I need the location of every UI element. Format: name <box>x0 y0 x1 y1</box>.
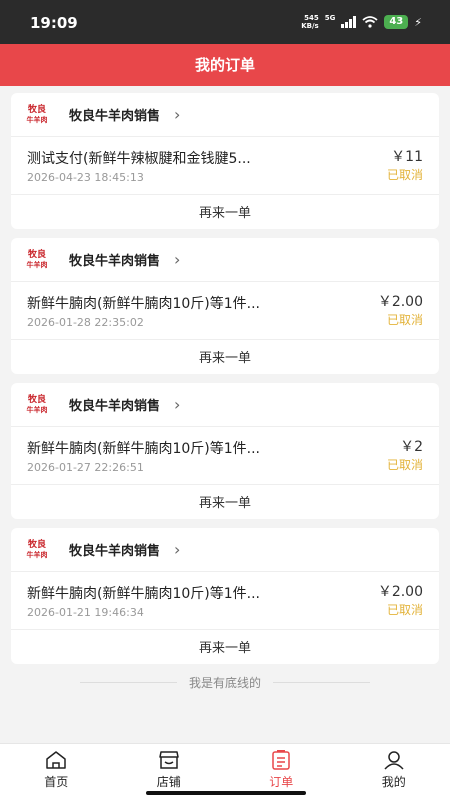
order-card: 牧良 牛羊肉 牧良牛羊肉销售 › 新鲜牛腩肉(新鲜牛腩肉10斤)等1件... 20… <box>11 238 439 374</box>
profile-icon <box>384 751 404 770</box>
shop-logo: 牧良 牛羊肉 <box>26 104 48 124</box>
wifi-icon <box>362 16 378 28</box>
order-detail[interactable]: 新鲜牛腩肉(新鲜牛腩肉10斤)等1件... 2026-01-28 22:35:0… <box>11 282 439 340</box>
order-date: 2026-04-23 18:45:13 <box>27 171 144 184</box>
order-card: 牧良 牛羊肉 牧良牛羊肉销售 › 新鲜牛腩肉(新鲜牛腩肉10斤)等1件... 20… <box>11 528 439 664</box>
shop-logo: 牧良 牛羊肉 <box>26 249 48 269</box>
shop-link[interactable]: 牧良 牛羊肉 牧良牛羊肉销售 › <box>11 93 439 137</box>
order-status: 已取消 <box>386 313 423 327</box>
charging-icon: ⚡ <box>414 15 422 29</box>
reorder-button[interactable]: 再来一单 <box>11 340 439 373</box>
shop-link[interactable]: 牧良 牛羊肉 牧良牛羊肉销售 › <box>11 383 439 427</box>
order-status: 已取消 <box>386 458 423 472</box>
shop-name: 牧良牛羊肉销售 <box>69 544 161 559</box>
shop-name: 牧良牛羊肉销售 <box>69 254 161 269</box>
shop-logo: 牧良 牛羊肉 <box>26 539 48 559</box>
status-time: 19:09 <box>30 14 78 32</box>
order-status: 已取消 <box>386 603 423 617</box>
order-item-title: 新鲜牛腩肉(新鲜牛腩肉10斤)等1件... <box>27 586 260 602</box>
order-item-title: 新鲜牛腩肉(新鲜牛腩肉10斤)等1件... <box>27 441 260 457</box>
status-icons: 545 KB/s 5G 43 ⚡ <box>301 14 422 30</box>
order-list: 牧良 牛羊肉 牧良牛羊肉销售 › 测试支付(新鲜牛辣椒腱和金钱腱5... 2026… <box>11 93 439 673</box>
chevron-right-icon: › <box>174 540 181 559</box>
reorder-button[interactable]: 再来一单 <box>11 195 439 228</box>
tab-profile[interactable]: 我的 <box>338 744 450 800</box>
order-card: 牧良 牛羊肉 牧良牛羊肉销售 › 测试支付(新鲜牛辣椒腱和金钱腱5... 2026… <box>11 93 439 229</box>
order-item-title: 新鲜牛腩肉(新鲜牛腩肉10斤)等1件... <box>27 296 260 312</box>
order-date: 2026-01-28 22:35:02 <box>27 316 144 329</box>
chevron-right-icon: › <box>174 250 181 269</box>
network-type: 5G <box>324 14 336 22</box>
order-list-icon <box>272 750 290 770</box>
chevron-right-icon: › <box>174 395 181 414</box>
signal-icon <box>341 16 357 28</box>
order-detail[interactable]: 测试支付(新鲜牛辣椒腱和金钱腱5... 2026-04-23 18:45:13 … <box>11 137 439 195</box>
shop-logo: 牧良 牛羊肉 <box>26 394 48 414</box>
order-price: ￥2.00 <box>377 584 423 600</box>
network-speed: 545 KB/s <box>301 14 319 30</box>
shop-link[interactable]: 牧良 牛羊肉 牧良牛羊肉销售 › <box>11 238 439 282</box>
battery-icon: 43 <box>384 15 409 29</box>
divider <box>80 681 177 683</box>
reorder-button[interactable]: 再来一单 <box>11 485 439 518</box>
tab-home[interactable]: 首页 <box>0 744 113 800</box>
store-icon <box>159 751 179 769</box>
divider <box>273 681 371 683</box>
page-title: 我的订单 <box>0 44 450 86</box>
order-price: ￥2 <box>400 439 423 455</box>
order-price: ￥2.00 <box>377 294 423 310</box>
home-indicator[interactable] <box>146 791 306 795</box>
home-icon <box>46 751 66 769</box>
order-date: 2026-01-21 19:46:34 <box>27 606 144 619</box>
order-price: ￥11 <box>391 149 423 165</box>
shop-name: 牧良牛羊肉销售 <box>69 109 161 124</box>
chevron-right-icon: › <box>174 105 181 124</box>
order-card: 牧良 牛羊肉 牧良牛羊肉销售 › 新鲜牛腩肉(新鲜牛腩肉10斤)等1件... 20… <box>11 383 439 519</box>
order-date: 2026-01-27 22:26:51 <box>27 461 144 474</box>
list-end-note: 我是有底线的 <box>80 674 371 690</box>
shop-link[interactable]: 牧良 牛羊肉 牧良牛羊肉销售 › <box>11 528 439 572</box>
order-detail[interactable]: 新鲜牛腩肉(新鲜牛腩肉10斤)等1件... 2026-01-27 22:26:5… <box>11 427 439 485</box>
order-detail[interactable]: 新鲜牛腩肉(新鲜牛腩肉10斤)等1件... 2026-01-21 19:46:3… <box>11 572 439 630</box>
reorder-button[interactable]: 再来一单 <box>11 630 439 663</box>
order-status: 已取消 <box>386 168 423 182</box>
status-bar: 19:09 545 KB/s 5G 43 ⚡ <box>0 0 450 44</box>
shop-name: 牧良牛羊肉销售 <box>69 399 161 414</box>
order-item-title: 测试支付(新鲜牛辣椒腱和金钱腱5... <box>27 151 251 167</box>
